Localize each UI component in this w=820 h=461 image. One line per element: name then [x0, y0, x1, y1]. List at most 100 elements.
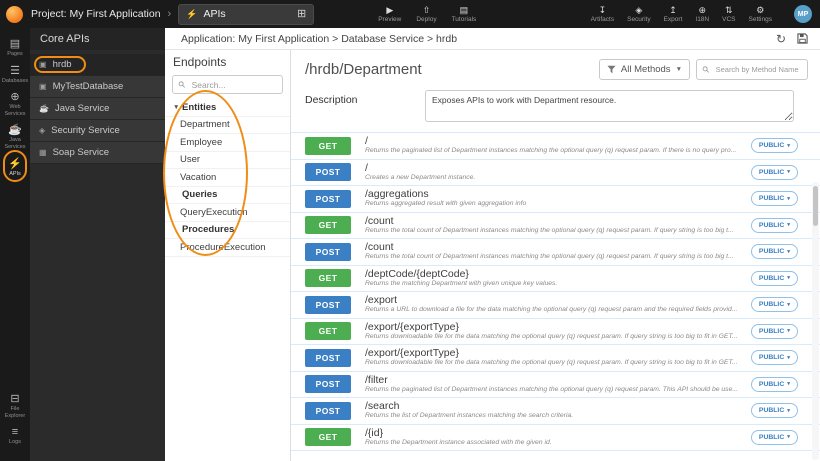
endpoint-description: Returns the total count of Department in…: [365, 253, 734, 261]
access-badge[interactable]: PUBLIC ▾: [750, 429, 798, 445]
service-icon: ◈: [39, 125, 46, 135]
endpoint-tree-item[interactable]: Procedures: [165, 222, 290, 239]
endpoint-tree-item[interactable]: Department: [165, 117, 290, 134]
rail-item-file-explorer[interactable]: ⊟ File Explorer: [0, 393, 30, 419]
save-icon[interactable]: [797, 33, 808, 44]
sidebar-item-java-service[interactable]: ☕ Java Service: [30, 98, 165, 120]
endpoint-description: Returns aggregated result with given agg…: [365, 200, 527, 208]
api-endpoint-row[interactable]: POST /export Returns a URL to download a…: [291, 292, 820, 319]
api-endpoint-row[interactable]: GET /count Returns the total count of De…: [291, 213, 820, 239]
access-label: PUBLIC: [758, 354, 785, 362]
action-icon: ▤: [459, 4, 469, 15]
chevron-down-icon: ▾: [787, 275, 790, 282]
tab-apis[interactable]: ⚡ APIs ⊞: [178, 3, 315, 25]
scrollbar-thumb[interactable]: [813, 186, 818, 226]
api-endpoint-row[interactable]: POST /filter Returns the paginated list …: [291, 372, 820, 398]
project-title: Project: My First Application: [31, 8, 161, 20]
sidebar-item-hrdb[interactable]: ▣ hrdb: [30, 54, 165, 76]
api-endpoint-row[interactable]: POST /count Returns the total count of D…: [291, 239, 820, 266]
access-label: PUBLIC: [758, 433, 785, 441]
app-root: Project: My First Application › ⚡ APIs ⊞…: [0, 0, 820, 461]
endpoint-description: Returns the matching Department with giv…: [365, 279, 558, 287]
rail-item-logs[interactable]: ≡ Logs: [0, 426, 30, 446]
endpoint-path: /: [365, 161, 368, 174]
grid-icon[interactable]: ⊞: [297, 8, 306, 20]
api-endpoint-row[interactable]: GET / Returns the paginated list of Depa…: [291, 133, 820, 160]
api-endpoint-row[interactable]: GET /deptCode/{deptCode} Returns the mat…: [291, 266, 820, 292]
rail-item-databases[interactable]: ☰ Databases: [0, 65, 30, 85]
topbar-action-deploy[interactable]: ⇧ Deploy: [416, 5, 436, 24]
tab-apis-label: APIs: [203, 8, 226, 20]
method-badge: GET: [305, 428, 351, 447]
icon-rail: ▤ Pages ☰ Databases ⊕ Web Services ☕ Jav…: [0, 28, 30, 461]
endpoint-description: Returns downloadable file for the data m…: [365, 359, 738, 367]
endpoint-tree-item[interactable]: Queries: [165, 187, 290, 204]
api-endpoint-row[interactable]: POST /search Returns the list of Departm…: [291, 398, 820, 425]
api-endpoint-row[interactable]: POST /aggregations Returns aggregated re…: [291, 186, 820, 213]
endpoint-tree-item[interactable]: Employee: [165, 134, 290, 152]
endpoint-description: Creates a new Department instance.: [365, 173, 476, 181]
access-badge[interactable]: PUBLIC ▾: [750, 297, 798, 313]
sidebar-item-security-service[interactable]: ◈ Security Service: [30, 120, 165, 142]
endpoint-path: /{id}: [365, 426, 384, 439]
rail-item-label: Web Services: [4, 104, 26, 117]
action-label: Artifacts: [590, 15, 615, 23]
endpoint-tree-item[interactable]: Vacation: [165, 169, 290, 187]
filter-icon: [607, 65, 616, 73]
topbar-action-vcs[interactable]: ⇅ VCS: [722, 5, 735, 24]
rail-item-pages[interactable]: ▤ Pages: [0, 38, 30, 58]
topbar-action-i18n[interactable]: ⊕ I18N: [695, 5, 709, 24]
endpoint-tree-item[interactable]: User: [165, 152, 290, 169]
topbar-action-artifacts[interactable]: ↧ Artifacts: [591, 5, 614, 24]
access-badge[interactable]: PUBLIC ▾: [750, 191, 798, 207]
description-textarea[interactable]: Exposes APIs to work with Department res…: [425, 90, 794, 122]
endpoint-path: /search: [365, 400, 400, 413]
access-badge[interactable]: PUBLIC ▾: [750, 376, 798, 392]
rail-item-icon: ⊕: [10, 91, 20, 104]
access-badge[interactable]: PUBLIC ▾: [750, 403, 798, 419]
topbar-action-security[interactable]: ◈ Security: [627, 5, 650, 24]
rail-item-apis[interactable]: ⚡ APIs: [0, 158, 30, 178]
topbar-action-export[interactable]: ↥ Export: [664, 5, 683, 24]
sidebar-item-mytestdatabase[interactable]: ▣ MyTestDatabase: [30, 76, 165, 98]
tree-item-label: Employee: [180, 136, 223, 148]
endpoint-tree-item[interactable]: ProcedureExecution: [165, 239, 290, 257]
access-badge[interactable]: PUBLIC ▾: [750, 217, 798, 233]
access-badge[interactable]: PUBLIC ▾: [750, 270, 798, 286]
api-endpoint-row[interactable]: POST / Creates a new Department instance…: [291, 160, 820, 186]
topbar: Project: My First Application › ⚡ APIs ⊞…: [0, 0, 820, 28]
access-badge[interactable]: PUBLIC ▾: [750, 244, 798, 260]
access-badge[interactable]: PUBLIC ▾: [750, 350, 798, 366]
user-avatar[interactable]: MP: [794, 5, 812, 23]
rail-item-icon: ≡: [11, 426, 19, 439]
api-endpoint-row[interactable]: POST /export/{exportType} Returns downlo…: [291, 345, 820, 372]
main-content: /hrdb/Department All Methods ▼ Descripti…: [291, 50, 820, 461]
main-header: /hrdb/Department All Methods ▼: [291, 50, 820, 88]
topbar-action-settings[interactable]: ⚙ Settings: [749, 5, 773, 24]
method-badge: GET: [305, 216, 351, 235]
action-label: Tutorials: [451, 15, 477, 23]
scrollbar[interactable]: [812, 182, 819, 460]
access-badge[interactable]: PUBLIC ▾: [750, 164, 798, 180]
refresh-icon[interactable]: ↻: [776, 33, 786, 45]
app-logo-icon[interactable]: [6, 5, 23, 23]
access-label: PUBLIC: [758, 248, 785, 256]
endpoints-search-input[interactable]: [189, 78, 277, 91]
api-endpoint-row[interactable]: GET /{id} Returns the Department instanc…: [291, 425, 820, 451]
topbar-action-preview[interactable]: ▶ Preview: [378, 5, 401, 24]
endpoint-tree-item[interactable]: ▼ Entities: [165, 99, 290, 117]
access-badge[interactable]: PUBLIC ▾: [750, 323, 798, 339]
rail-item-web-services[interactable]: ⊕ Web Services: [0, 91, 30, 117]
rail-item-java-services[interactable]: ☕ Java Services: [0, 124, 30, 150]
sidebar-item-label: hrdb: [52, 59, 72, 70]
method-search-input[interactable]: [713, 63, 802, 75]
methods-filter-dropdown[interactable]: All Methods ▼: [598, 58, 690, 80]
search-icon: [178, 81, 185, 88]
endpoint-tree-item[interactable]: QueryExecution: [165, 204, 290, 222]
topbar-action-tutorials[interactable]: ▤ Tutorials: [452, 5, 477, 24]
access-label: PUBLIC: [758, 221, 785, 229]
api-endpoint-row[interactable]: GET /export/{exportType} Returns downloa…: [291, 319, 820, 345]
sidebar-item-soap-service[interactable]: ▦ Soap Service: [30, 142, 165, 164]
action-icon: ↥: [669, 4, 677, 15]
access-badge[interactable]: PUBLIC ▾: [750, 138, 798, 154]
